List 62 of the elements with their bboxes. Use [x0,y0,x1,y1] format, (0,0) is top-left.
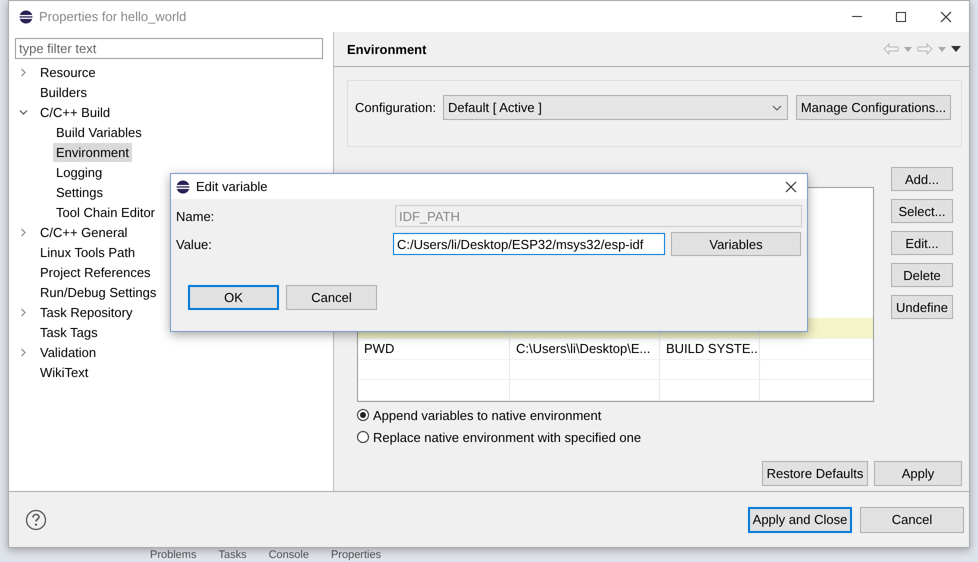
dropdown-icon [904,46,912,52]
tree-item[interactable]: Task Tags [37,322,101,342]
apply-button[interactable]: Apply [874,461,962,486]
name-label: Name: [176,208,216,224]
variable-action-button[interactable]: Edit... [891,231,953,255]
page-title: Environment [347,42,426,56]
tree-item[interactable]: Builders [37,82,90,102]
variable-action-button[interactable]: Add... [891,167,953,191]
restore-defaults-button[interactable]: Restore Defaults [762,461,868,486]
variable-action-button[interactable]: Delete [891,263,953,287]
help-icon [25,508,47,530]
variable-action-button[interactable]: Undefine [891,295,953,319]
configuration-dropdown[interactable]: Default [ Active ] [442,95,788,120]
radio-button[interactable] [357,431,369,443]
tree-item[interactable]: Logging [53,162,106,182]
eclipse-icon [176,180,190,194]
background-tab[interactable]: Console [268,549,309,561]
variables-button[interactable]: Variables [671,232,801,256]
window-title: Properties for hello_world [39,9,186,24]
dialog-button[interactable]: OK [188,285,279,310]
close-icon [940,10,952,22]
tree-item[interactable]: Task Repository [37,302,136,322]
back-arrow-icon [883,43,899,55]
eclipse-icon [19,10,33,24]
radio-label: Replace native environment with specified one [373,430,642,444]
dialog-button[interactable]: Cancel [286,285,377,310]
chevron-down-icon [772,104,782,110]
filter-field[interactable]: type filter text [15,38,323,59]
tree-item[interactable]: Run/Debug Settings [37,282,160,302]
maximize-icon [895,10,907,22]
value-label: Value: [176,236,213,252]
tree-item[interactable]: WikiText [37,362,92,382]
radio-label: Append variables to native environment [373,408,602,422]
tree-item[interactable]: C/C++ General [37,222,130,242]
configuration-label: Configuration: [355,100,436,115]
tree-item[interactable]: C/C++ Build [37,102,114,122]
value-field[interactable]: C:/Users/li/Desktop/ESP32/msys32/esp-idf [393,233,665,255]
footer-button[interactable]: Apply and Close [748,506,852,532]
menu-icon [951,46,961,52]
manage-configurations-button[interactable]: Manage Configurations... [796,95,951,120]
table-cell: C:\Users\li\Desktop\E... [510,338,660,359]
minimize-icon [852,16,862,17]
tree-item[interactable]: Tool Chain Editor [53,202,158,222]
tree-item[interactable]: Validation [37,342,100,362]
footer-button[interactable]: Cancel [860,506,964,532]
background-tab[interactable]: Tasks [218,549,247,561]
tree-item[interactable]: Project References [37,262,154,282]
dialog-title: Edit variable [196,179,268,194]
table-cell: BUILD SYSTE... [660,338,760,359]
close-icon [785,180,797,192]
tree-item[interactable]: Environment [53,142,132,162]
tree-item[interactable]: Build Variables [53,122,145,142]
dropdown-icon [938,46,946,52]
tree-item[interactable]: Resource [37,62,99,82]
radio-button[interactable] [357,409,369,421]
tree-item[interactable]: Linux Tools Path [37,242,138,262]
background-tab[interactable]: Problems [150,549,196,561]
background-tab[interactable]: Properties [330,549,382,561]
variable-action-button[interactable]: Select... [891,199,953,223]
tree-item[interactable]: Settings [53,182,106,202]
table-cell: PWD [358,338,510,359]
forward-arrow-icon [917,43,933,55]
